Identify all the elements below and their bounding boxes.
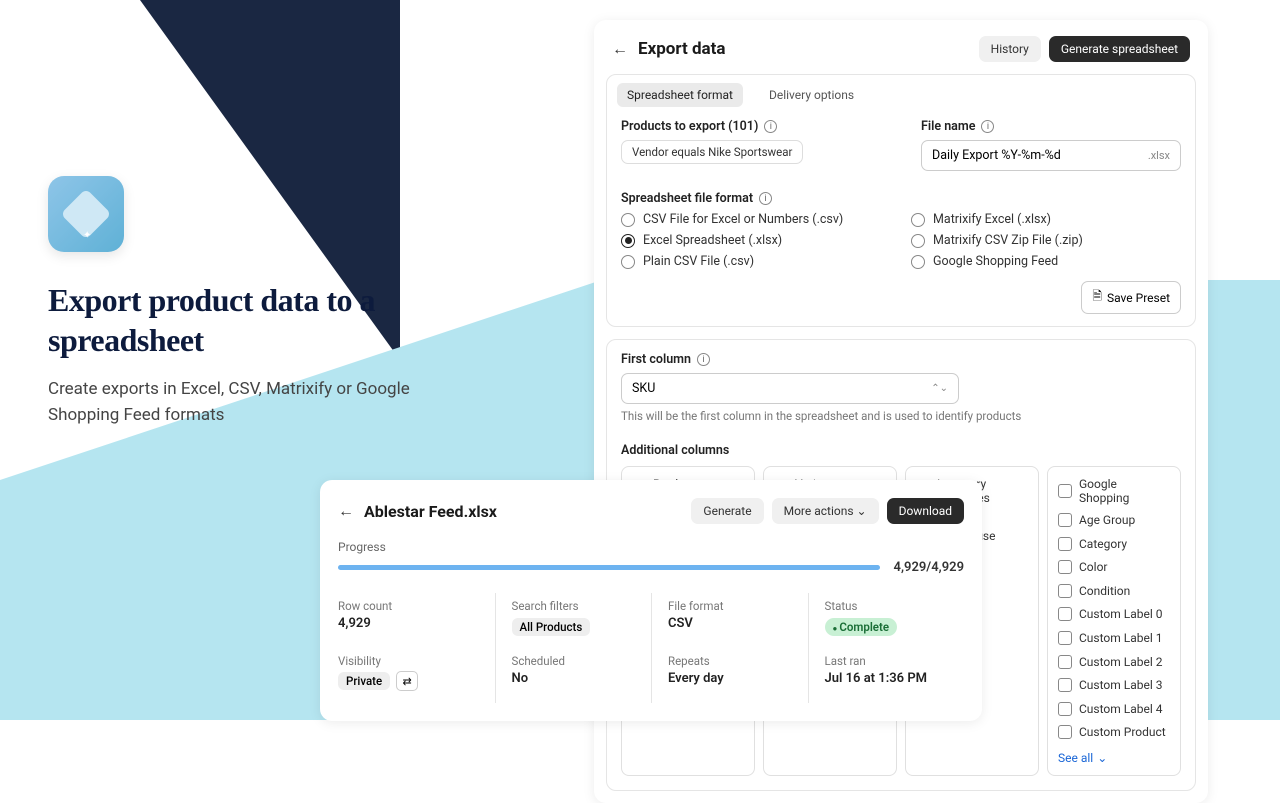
panel-title: Export data xyxy=(638,39,726,59)
products-to-export-label: Products to export (101) xyxy=(621,119,758,134)
radio-plain-csv[interactable]: Plain CSV File (.csv) xyxy=(621,254,891,269)
back-arrow-icon[interactable]: ← xyxy=(612,39,628,59)
save-preset-button[interactable]: 🗎 Save Preset xyxy=(1081,281,1181,314)
progress-count: 4,929/4,929 xyxy=(894,560,964,575)
checkbox-age-group[interactable]: Age Group xyxy=(1058,513,1170,529)
stat-status: Status Complete xyxy=(808,593,965,648)
hero-subtitle: Create exports in Excel, CSV, Matrixify … xyxy=(48,376,418,429)
info-icon[interactable]: i xyxy=(981,120,994,133)
tab-delivery-options[interactable]: Delivery options xyxy=(759,83,864,107)
checkbox-color[interactable]: Color xyxy=(1058,560,1170,576)
checkbox-condition[interactable]: Condition xyxy=(1058,584,1170,600)
radio-matrixify-excel[interactable]: Matrixify Excel (.xlsx) xyxy=(911,212,1181,227)
stat-scheduled: Scheduled No xyxy=(495,648,652,703)
stat-last-ran: Last ran Jul 16 at 1:36 PM xyxy=(808,648,965,703)
progress-bar xyxy=(338,565,880,570)
checkbox-custom-label-0[interactable]: Custom Label 0 xyxy=(1058,607,1170,623)
checkbox-custom-label-3[interactable]: Custom Label 3 xyxy=(1058,678,1170,694)
info-icon[interactable]: i xyxy=(764,120,777,133)
back-arrow-icon[interactable]: ← xyxy=(338,501,354,521)
swap-icon[interactable]: ⇄ xyxy=(396,671,418,691)
see-all-link[interactable]: See all⌄ xyxy=(1058,751,1170,765)
feed-card: ← Ablestar Feed.xlsx Generate More actio… xyxy=(320,480,982,721)
checkbox-custom-product[interactable]: Custom Product xyxy=(1058,725,1170,741)
visibility-badge: Private xyxy=(338,672,390,690)
hero-panel: Export product data to a spreadsheet Cre… xyxy=(48,176,418,429)
filter-chip[interactable]: Vendor equals Nike Sportswear xyxy=(621,140,803,164)
stat-file-format: File format CSV xyxy=(651,593,808,648)
stat-visibility: Visibility Private ⇄ xyxy=(338,648,495,703)
filename-input[interactable]: Daily Export %Y-%m-%d .xlsx xyxy=(921,140,1181,171)
chevron-down-icon: ⌄ xyxy=(857,504,867,518)
filename-value: Daily Export %Y-%m-%d xyxy=(932,148,1061,163)
history-button[interactable]: History xyxy=(979,36,1041,62)
additional-columns-label: Additional columns xyxy=(621,443,729,458)
first-column-label: First column xyxy=(621,352,691,367)
checkbox-custom-label-4[interactable]: Custom Label 4 xyxy=(1058,702,1170,718)
checkbox-custom-label-2[interactable]: Custom Label 2 xyxy=(1058,655,1170,671)
radio-google-shopping[interactable]: Google Shopping Feed xyxy=(911,254,1181,269)
checkbox-category[interactable]: Category xyxy=(1058,537,1170,553)
tab-spreadsheet-format[interactable]: Spreadsheet format xyxy=(617,83,743,107)
chevron-updown-icon: ⌃⌄ xyxy=(931,383,948,394)
stat-repeats: Repeats Every day xyxy=(651,648,808,703)
chevron-down-icon: ⌄ xyxy=(1097,751,1107,765)
info-icon[interactable]: i xyxy=(697,353,710,366)
first-column-select[interactable]: SKU ⌃⌄ xyxy=(621,373,959,404)
status-badge: Complete xyxy=(825,618,898,636)
app-icon xyxy=(48,176,124,252)
filename-label: File name xyxy=(921,119,975,134)
column-card-google-shopping: Google Shopping Age Group Category Color… xyxy=(1047,466,1181,776)
download-button[interactable]: Download xyxy=(887,498,964,524)
document-icon: 🗎 xyxy=(1092,287,1102,308)
checkbox-custom-label-1[interactable]: Custom Label 1 xyxy=(1058,631,1170,647)
info-icon[interactable]: i xyxy=(759,192,772,205)
file-format-label: Spreadsheet file format xyxy=(621,191,753,206)
first-column-helper: This will be the first column in the spr… xyxy=(621,409,1181,423)
filter-badge: All Products xyxy=(512,618,591,636)
feed-title: Ablestar Feed.xlsx xyxy=(364,502,497,521)
stat-row-count: Row count 4,929 xyxy=(338,593,495,648)
radio-csv-excel[interactable]: CSV File for Excel or Numbers (.csv) xyxy=(621,212,891,227)
more-actions-button[interactable]: More actions ⌄ xyxy=(772,498,879,524)
radio-excel-xlsx[interactable]: Excel Spreadsheet (.xlsx) xyxy=(621,233,891,248)
radio-matrixify-zip[interactable]: Matrixify CSV Zip File (.zip) xyxy=(911,233,1181,248)
stat-search-filters: Search filters All Products xyxy=(495,593,652,648)
checkbox[interactable] xyxy=(1058,484,1072,498)
generate-spreadsheet-button[interactable]: Generate spreadsheet xyxy=(1049,36,1190,62)
progress-label: Progress xyxy=(338,540,964,554)
hero-title: Export product data to a spreadsheet xyxy=(48,280,418,360)
filename-ext: .xlsx xyxy=(1148,149,1170,162)
generate-button[interactable]: Generate xyxy=(691,498,763,524)
